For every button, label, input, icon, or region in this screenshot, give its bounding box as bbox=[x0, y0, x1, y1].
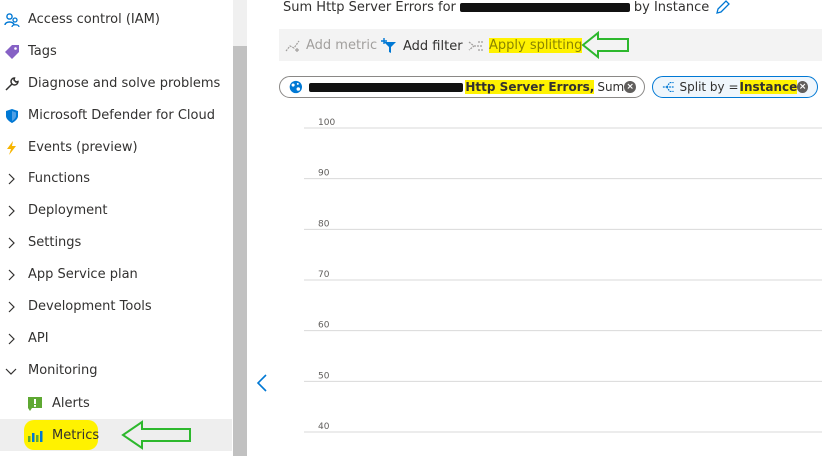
metrics-toolbar: Add metric Add filter Apply splitting bbox=[279, 29, 822, 61]
y-tick-label: 60 bbox=[318, 321, 330, 331]
add-filter-label: Add filter bbox=[403, 38, 463, 54]
splitting-icon bbox=[662, 81, 674, 93]
sidebar-item-label: Alerts bbox=[52, 396, 90, 411]
sidebar-item-label: Tags bbox=[28, 44, 57, 59]
sidebar-item-metrics[interactable]: Metrics bbox=[0, 419, 232, 451]
sidebar-group-deployment[interactable]: Deployment bbox=[0, 196, 232, 226]
annotation-arrow-metrics bbox=[121, 420, 191, 450]
sidebar-item-label: Functions bbox=[28, 171, 91, 186]
sidebar-group-monitoring[interactable]: Monitoring bbox=[0, 356, 232, 386]
sidebar-item-label: App Service plan bbox=[28, 267, 138, 282]
metrics-icon bbox=[28, 431, 43, 442]
shield-icon bbox=[6, 109, 18, 123]
y-tick-label: 80 bbox=[318, 219, 330, 229]
add-metric-button[interactable]: Add metric bbox=[285, 38, 377, 53]
people-icon bbox=[4, 13, 20, 28]
sidebar-group-settings[interactable]: Settings bbox=[0, 228, 232, 258]
add-metric-label: Add metric bbox=[306, 38, 378, 53]
sidebar-group-development-tools[interactable]: Development Tools bbox=[0, 292, 232, 322]
split-chip[interactable]: Split by = Instance × bbox=[652, 76, 818, 98]
split-prefix: Split by = bbox=[679, 80, 739, 94]
add-filter-button[interactable]: Add filter bbox=[380, 38, 463, 54]
chart-title-suffix: by Instance bbox=[633, 0, 710, 15]
resource-menu-sidebar: Access control (IAM) Tags Diagnose and s… bbox=[0, 0, 232, 456]
chevron-right-icon bbox=[8, 269, 15, 281]
chevron-right-icon bbox=[8, 333, 15, 345]
y-tick-label: 100 bbox=[318, 118, 335, 128]
metrics-chart[interactable]: 100 90 80 70 60 50 40 bbox=[300, 112, 822, 442]
sidebar-group-api[interactable]: API bbox=[0, 324, 232, 354]
sidebar-group-functions[interactable]: Functions bbox=[0, 164, 232, 194]
chevron-right-icon bbox=[8, 301, 15, 313]
sidebar-item-label: Events (preview) bbox=[28, 140, 138, 155]
split-value: Instance bbox=[739, 80, 798, 94]
y-tick-label: 40 bbox=[318, 422, 330, 432]
metric-chip[interactable]: Http Server Errors, Sum × bbox=[279, 76, 645, 98]
lightning-icon bbox=[7, 141, 16, 155]
chart-title-prefix: Sum Http Server Errors for bbox=[283, 0, 456, 15]
metric-aggregation: Sum bbox=[597, 80, 625, 94]
y-tick-label: 70 bbox=[318, 270, 330, 280]
chevron-down-icon bbox=[5, 368, 17, 375]
sidebar-item-label: Metrics bbox=[52, 428, 100, 443]
sidebar-item-diagnose[interactable]: Diagnose and solve problems bbox=[0, 69, 232, 99]
sidebar-item-events[interactable]: Events (preview) bbox=[0, 133, 232, 163]
app-service-icon bbox=[289, 80, 303, 94]
collapse-menu-button[interactable] bbox=[254, 372, 270, 394]
add-metric-icon bbox=[285, 40, 300, 52]
y-tick-label: 90 bbox=[318, 169, 330, 179]
sidebar-item-label: Settings bbox=[28, 235, 82, 250]
sidebar-scrollbar-thumb[interactable] bbox=[233, 46, 247, 456]
sidebar-item-label: Access control (IAM) bbox=[28, 12, 160, 27]
sidebar-item-label: Microsoft Defender for Cloud bbox=[28, 108, 215, 123]
pencil-icon[interactable] bbox=[715, 0, 731, 15]
apply-splitting-button[interactable]: Apply splitting bbox=[468, 38, 583, 53]
add-filter-icon bbox=[381, 38, 396, 53]
y-tick-label: 50 bbox=[318, 371, 330, 381]
sidebar-item-alerts[interactable]: Alerts bbox=[0, 389, 232, 419]
redacted-resource-name bbox=[308, 82, 464, 92]
sidebar-item-label: Development Tools bbox=[28, 299, 152, 314]
alert-icon bbox=[28, 397, 42, 411]
annotation-arrow-apply-splitting bbox=[581, 30, 629, 60]
wrench-icon bbox=[5, 77, 19, 91]
remove-split-icon[interactable]: × bbox=[797, 81, 808, 93]
sidebar-item-label: Diagnose and solve problems bbox=[28, 76, 221, 91]
apply-splitting-label: Apply splitting bbox=[489, 38, 583, 53]
sidebar-item-access-control[interactable]: Access control (IAM) bbox=[0, 5, 232, 35]
chevron-right-icon bbox=[8, 237, 15, 249]
sidebar-group-app-service-plan[interactable]: App Service plan bbox=[0, 260, 232, 290]
remove-metric-icon[interactable]: × bbox=[624, 81, 636, 93]
sidebar-item-label: Deployment bbox=[28, 203, 108, 218]
chart-title[interactable]: Sum Http Server Errors for by Instance bbox=[283, 0, 731, 15]
tag-icon bbox=[5, 45, 19, 59]
sidebar-item-defender[interactable]: Microsoft Defender for Cloud bbox=[0, 101, 232, 131]
chevron-right-icon bbox=[8, 173, 15, 185]
sidebar-item-label: API bbox=[28, 331, 49, 346]
sidebar-item-label: Monitoring bbox=[28, 363, 98, 378]
metric-name: Http Server Errors, bbox=[465, 80, 595, 94]
chevron-right-icon bbox=[8, 205, 15, 217]
sidebar-item-tags[interactable]: Tags bbox=[0, 37, 232, 67]
redacted-resource-name bbox=[459, 2, 630, 12]
apply-splitting-icon bbox=[468, 40, 483, 51]
